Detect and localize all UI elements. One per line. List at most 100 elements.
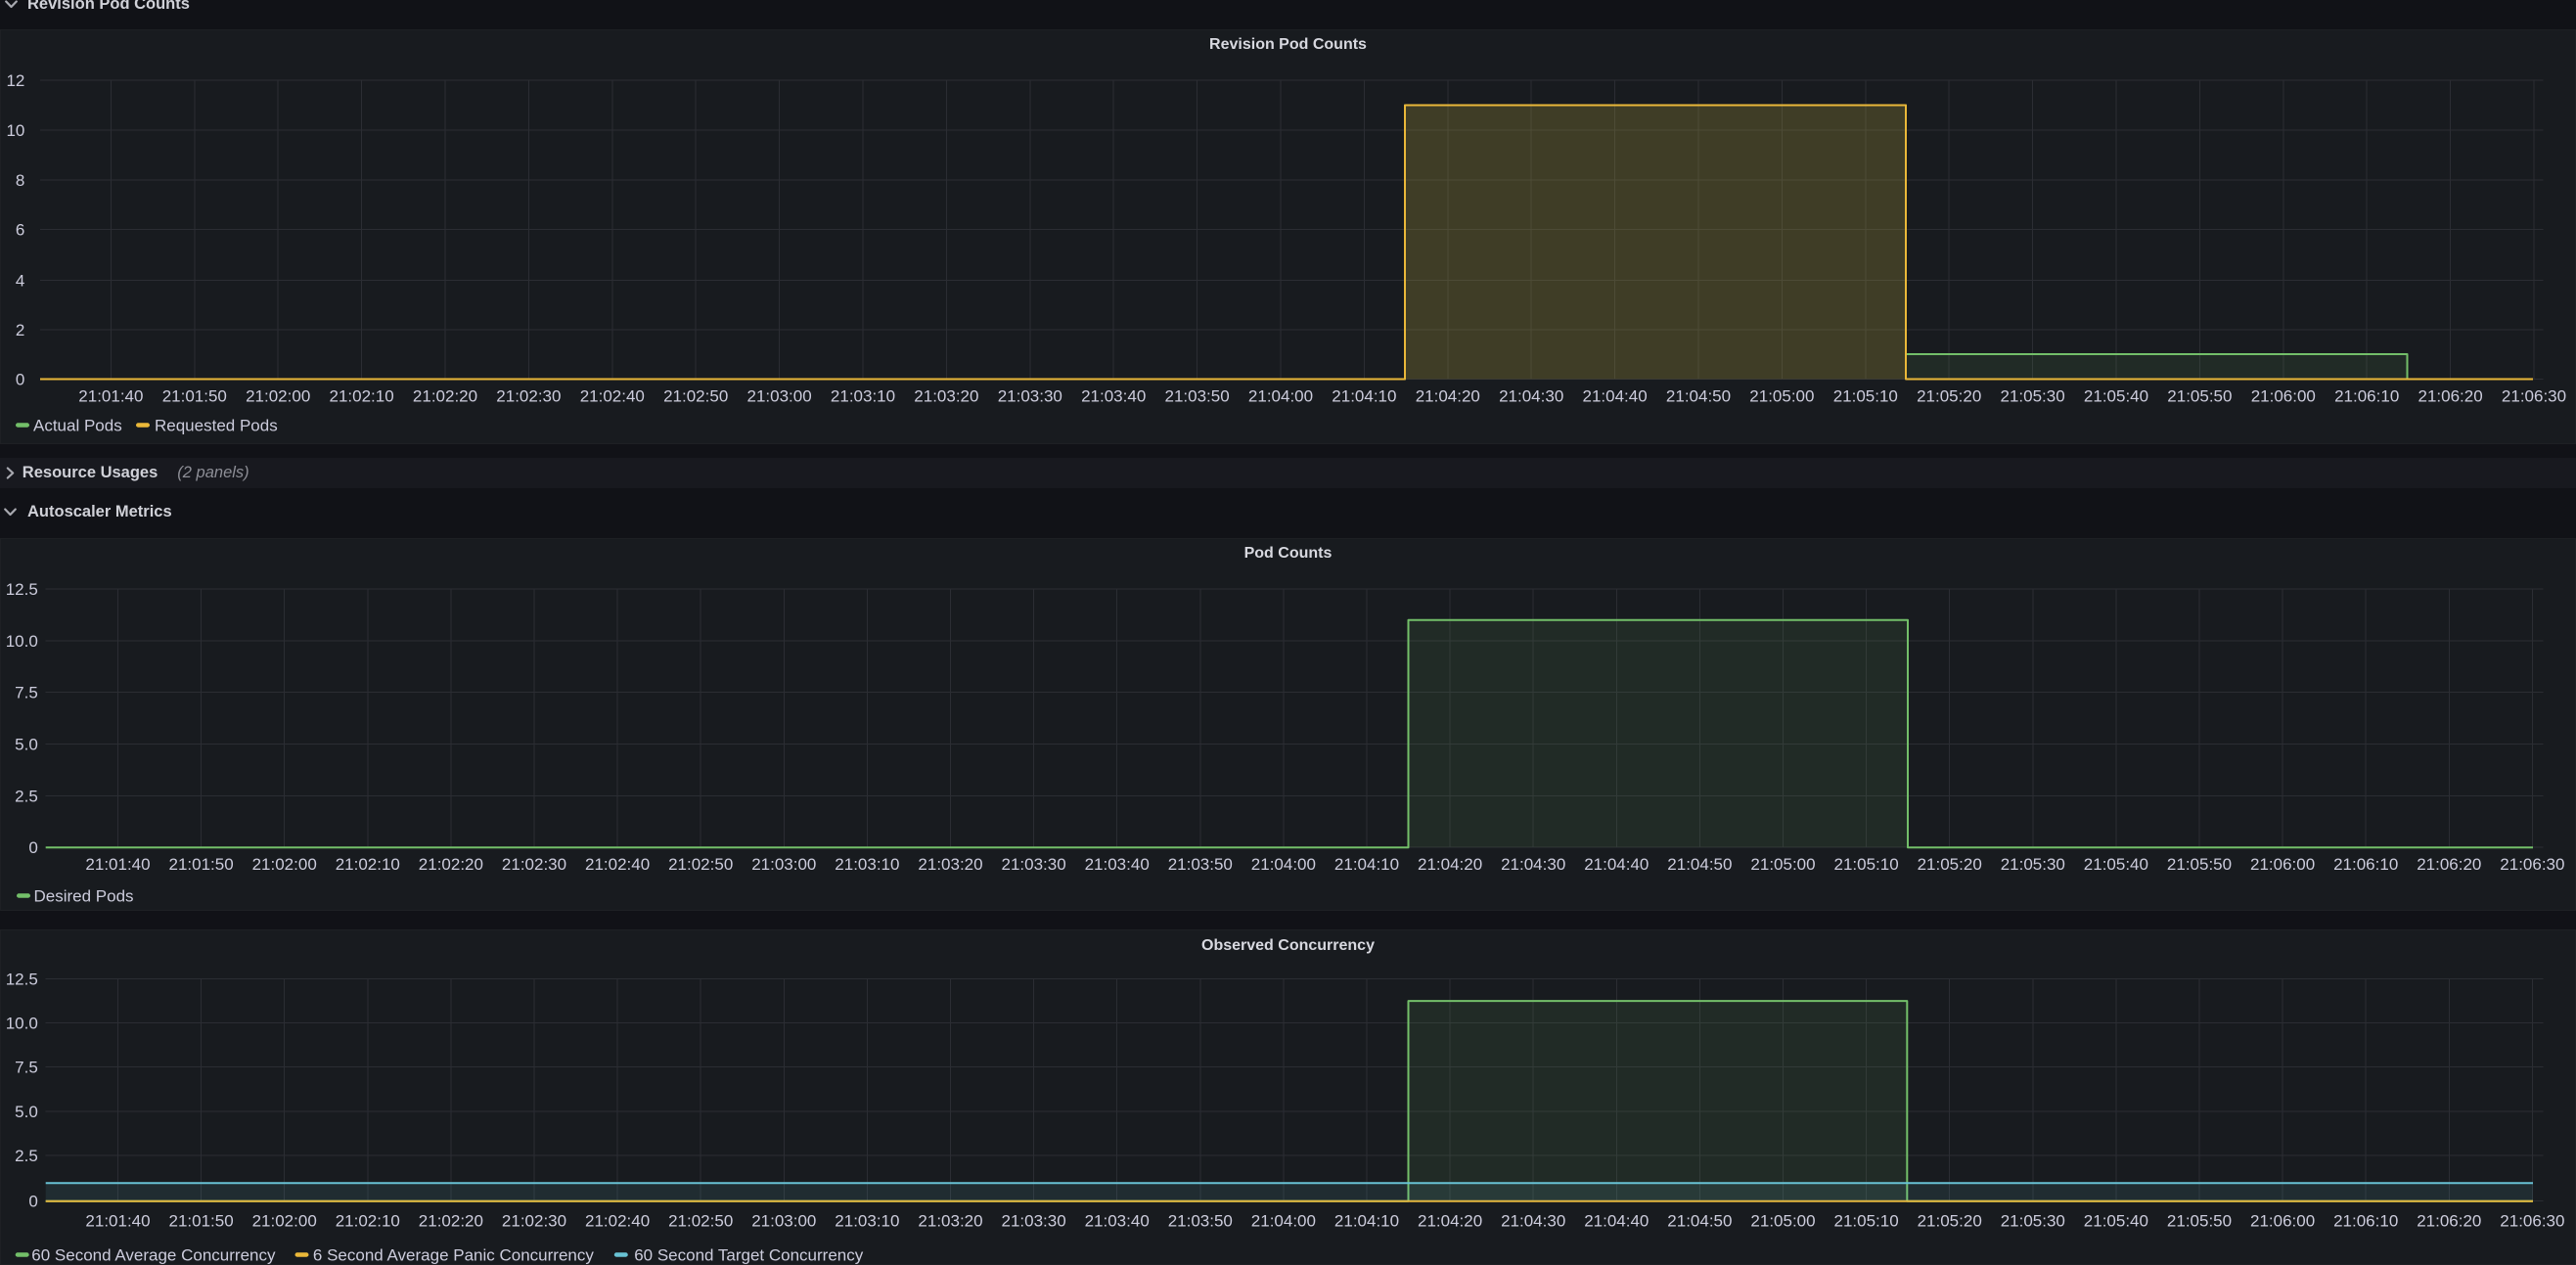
svg-text:21:02:30: 21:02:30 <box>496 386 561 405</box>
svg-text:21:05:20: 21:05:20 <box>1917 386 1981 405</box>
svg-text:21:05:30: 21:05:30 <box>2001 386 2065 405</box>
svg-text:10: 10 <box>6 121 24 140</box>
svg-text:21:05:40: 21:05:40 <box>2084 855 2148 874</box>
svg-text:21:04:50: 21:04:50 <box>1667 855 1732 874</box>
svg-text:6 Second Average Panic Concurr: 6 Second Average Panic Concurrency <box>313 1245 594 1264</box>
svg-text:21:02:20: 21:02:20 <box>419 1211 483 1230</box>
svg-text:21:04:40: 21:04:40 <box>1583 386 1648 405</box>
svg-text:21:01:40: 21:01:40 <box>85 1211 150 1230</box>
svg-text:21:03:10: 21:03:10 <box>831 386 895 405</box>
svg-text:21:02:40: 21:02:40 <box>580 386 645 405</box>
svg-text:21:03:30: 21:03:30 <box>998 386 1062 405</box>
svg-text:12.5: 12.5 <box>6 970 38 988</box>
svg-text:21:02:40: 21:02:40 <box>585 855 650 874</box>
svg-text:21:05:20: 21:05:20 <box>1918 1211 1982 1230</box>
svg-text:21:06:10: 21:06:10 <box>2333 855 2398 874</box>
svg-text:21:06:20: 21:06:20 <box>2417 855 2481 874</box>
svg-text:21:05:30: 21:05:30 <box>2001 855 2065 874</box>
svg-text:7.5: 7.5 <box>15 1058 38 1076</box>
svg-text:21:05:00: 21:05:00 <box>1750 855 1815 874</box>
svg-text:21:04:50: 21:04:50 <box>1667 1211 1732 1230</box>
svg-text:60 Second Target Concurrency: 60 Second Target Concurrency <box>634 1245 864 1264</box>
svg-text:21:01:50: 21:01:50 <box>169 855 234 874</box>
svg-text:21:05:30: 21:05:30 <box>2001 1211 2065 1230</box>
svg-text:21:06:30: 21:06:30 <box>2502 386 2566 405</box>
svg-text:21:02:10: 21:02:10 <box>336 1211 400 1230</box>
svg-text:21:02:30: 21:02:30 <box>502 1211 566 1230</box>
svg-text:21:03:10: 21:03:10 <box>835 1211 899 1230</box>
svg-text:0: 0 <box>28 838 37 857</box>
svg-text:21:06:10: 21:06:10 <box>2334 386 2399 405</box>
svg-text:21:03:00: 21:03:00 <box>751 855 816 874</box>
svg-text:21:04:00: 21:04:00 <box>1251 855 1316 874</box>
svg-text:21:06:30: 21:06:30 <box>2500 855 2564 874</box>
svg-text:21:03:00: 21:03:00 <box>751 1211 816 1230</box>
svg-text:21:05:40: 21:05:40 <box>2084 386 2148 405</box>
svg-text:2.5: 2.5 <box>15 787 38 805</box>
svg-text:21:06:20: 21:06:20 <box>2417 1211 2481 1230</box>
svg-text:21:02:50: 21:02:50 <box>668 855 733 874</box>
svg-text:21:03:50: 21:03:50 <box>1165 386 1230 405</box>
svg-text:2.5: 2.5 <box>15 1147 38 1165</box>
svg-text:21:04:30: 21:04:30 <box>1501 855 1565 874</box>
svg-text:21:05:00: 21:05:00 <box>1749 386 1814 405</box>
svg-text:21:02:00: 21:02:00 <box>252 1211 317 1230</box>
svg-text:4: 4 <box>16 271 24 290</box>
svg-text:21:03:40: 21:03:40 <box>1085 855 1150 874</box>
svg-text:21:02:30: 21:02:30 <box>502 855 566 874</box>
svg-text:12.5: 12.5 <box>6 580 38 599</box>
svg-text:21:04:10: 21:04:10 <box>1334 855 1399 874</box>
svg-text:21:06:00: 21:06:00 <box>2251 386 2316 405</box>
svg-text:8: 8 <box>16 170 24 189</box>
svg-text:21:01:40: 21:01:40 <box>85 855 150 874</box>
svg-text:21:04:40: 21:04:40 <box>1584 855 1649 874</box>
svg-text:21:06:10: 21:06:10 <box>2333 1211 2398 1230</box>
svg-text:21:02:00: 21:02:00 <box>252 855 317 874</box>
svg-text:21:04:20: 21:04:20 <box>1418 855 1482 874</box>
svg-text:10.0: 10.0 <box>6 1014 38 1032</box>
svg-text:21:05:20: 21:05:20 <box>1918 855 1982 874</box>
svg-text:21:02:10: 21:02:10 <box>330 386 394 405</box>
svg-text:21:05:50: 21:05:50 <box>2167 386 2232 405</box>
svg-text:21:03:40: 21:03:40 <box>1081 386 1146 405</box>
svg-text:21:05:00: 21:05:00 <box>1750 1211 1815 1230</box>
svg-text:5.0: 5.0 <box>15 735 38 753</box>
svg-text:21:04:10: 21:04:10 <box>1332 386 1396 405</box>
svg-text:Requested Pods: Requested Pods <box>155 416 278 434</box>
svg-text:21:02:20: 21:02:20 <box>413 386 477 405</box>
svg-text:7.5: 7.5 <box>15 683 38 701</box>
svg-text:21:05:10: 21:05:10 <box>1833 386 1898 405</box>
svg-text:21:03:40: 21:03:40 <box>1085 1211 1150 1230</box>
svg-text:21:02:50: 21:02:50 <box>663 386 728 405</box>
svg-text:21:05:40: 21:05:40 <box>2084 1211 2148 1230</box>
svg-text:21:04:10: 21:04:10 <box>1334 1211 1399 1230</box>
svg-text:21:04:00: 21:04:00 <box>1251 1211 1316 1230</box>
svg-text:10.0: 10.0 <box>6 631 38 650</box>
svg-text:21:06:00: 21:06:00 <box>2250 1211 2315 1230</box>
svg-text:21:04:30: 21:04:30 <box>1501 1211 1565 1230</box>
svg-text:21:03:10: 21:03:10 <box>835 855 899 874</box>
svg-text:21:04:50: 21:04:50 <box>1666 386 1731 405</box>
svg-text:21:06:20: 21:06:20 <box>2418 386 2483 405</box>
svg-text:21:02:00: 21:02:00 <box>246 386 310 405</box>
svg-text:21:01:50: 21:01:50 <box>162 386 227 405</box>
svg-text:21:03:00: 21:03:00 <box>747 386 812 405</box>
svg-text:12: 12 <box>6 71 24 90</box>
svg-text:Actual Pods: Actual Pods <box>33 416 122 434</box>
svg-text:21:03:20: 21:03:20 <box>918 855 982 874</box>
svg-text:21:02:20: 21:02:20 <box>419 855 483 874</box>
svg-text:21:03:30: 21:03:30 <box>1002 855 1066 874</box>
svg-text:21:04:40: 21:04:40 <box>1584 1211 1649 1230</box>
svg-text:21:03:20: 21:03:20 <box>914 386 978 405</box>
svg-text:6: 6 <box>16 220 24 239</box>
svg-text:0: 0 <box>16 370 24 388</box>
svg-text:21:05:10: 21:05:10 <box>1834 1211 1899 1230</box>
svg-text:21:04:20: 21:04:20 <box>1418 1211 1482 1230</box>
svg-text:21:04:30: 21:04:30 <box>1499 386 1563 405</box>
svg-text:21:04:20: 21:04:20 <box>1416 386 1480 405</box>
svg-text:21:01:50: 21:01:50 <box>169 1211 234 1230</box>
svg-text:21:02:10: 21:02:10 <box>336 855 400 874</box>
svg-text:Desired Pods: Desired Pods <box>34 886 134 905</box>
svg-text:21:03:50: 21:03:50 <box>1168 1211 1233 1230</box>
svg-text:21:03:20: 21:03:20 <box>918 1211 982 1230</box>
